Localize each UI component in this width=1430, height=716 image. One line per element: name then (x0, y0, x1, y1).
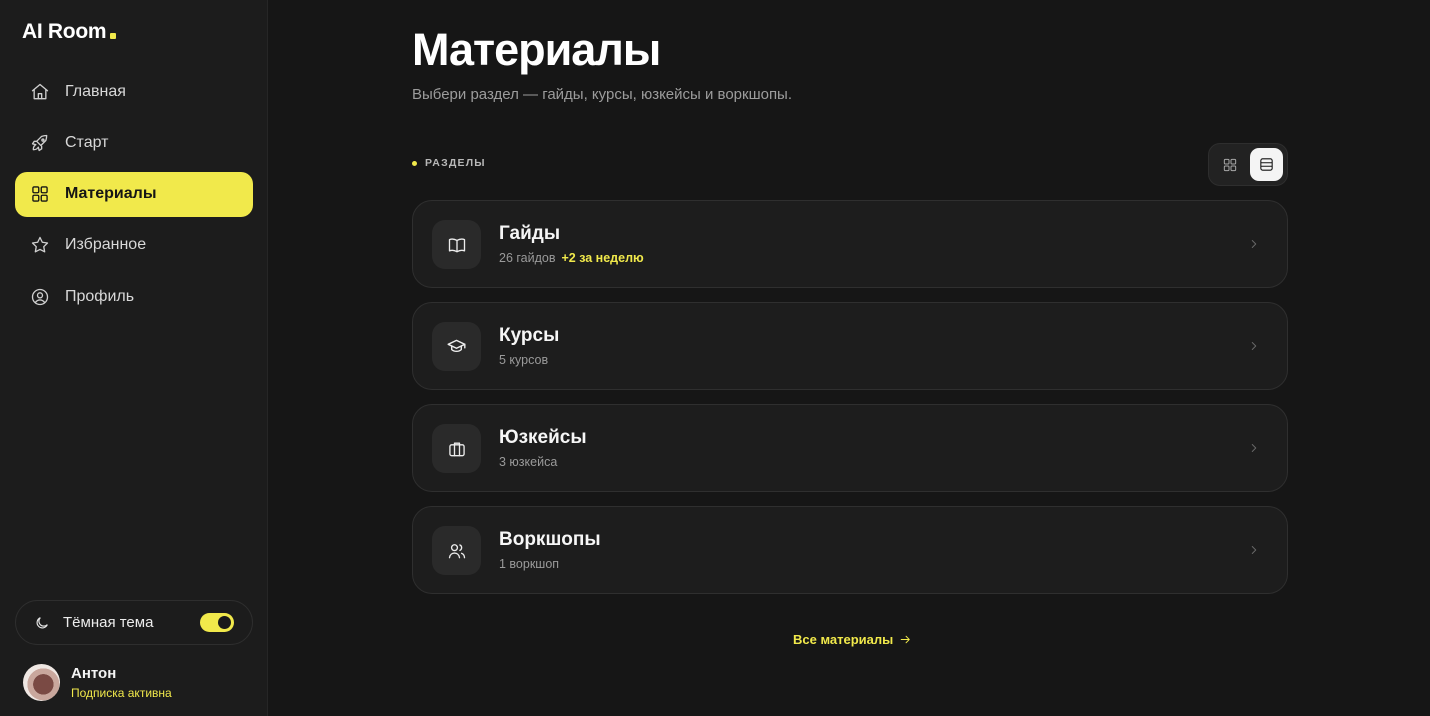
user-card[interactable]: Антон Подписка активна (23, 664, 172, 701)
section-card-guides[interactable]: Гайды 26 гайдов +2 за неделю (412, 200, 1288, 288)
toggle-knob (218, 616, 231, 629)
theme-toggle-label: Тёмная тема (63, 614, 154, 631)
section-label: РАЗДЕЛЫ (412, 157, 486, 169)
page-subtitle: Выбери раздел — гайды, курсы, юзкейсы и … (412, 86, 793, 103)
star-icon (29, 234, 51, 256)
subscription-status: Подписка активна (71, 686, 172, 700)
sidebar-item-profile[interactable]: Профиль (15, 274, 253, 319)
card-title: Юзкейсы (499, 427, 587, 448)
app-logo-text: AI Room (22, 20, 107, 43)
chevron-right-icon (1247, 441, 1261, 460)
card-count: 1 воркшоп (499, 557, 560, 571)
user-circle-icon (29, 286, 51, 308)
logo-dot (110, 33, 117, 39)
section-label-text: РАЗДЕЛЫ (425, 157, 486, 169)
all-materials-link[interactable]: Все материалы (793, 632, 912, 647)
chevron-right-icon (1247, 339, 1261, 358)
sidebar: AI Room Главная Старт Материалы Избранно… (0, 0, 268, 716)
card-meta: 1 воркшоп (499, 557, 559, 571)
card-title: Воркшопы (499, 529, 601, 550)
graduation-cap-icon (432, 322, 481, 371)
app-logo[interactable]: AI Room (22, 20, 117, 44)
book-open-icon (432, 220, 481, 269)
card-badge: +2 за неделю (561, 251, 644, 265)
users-icon (432, 526, 481, 575)
sidebar-item-label: Материалы (65, 185, 157, 203)
card-count: 3 юзкейса (499, 455, 558, 469)
list-view-icon (1260, 158, 1273, 171)
section-dot (412, 160, 417, 166)
sidebar-item-favorites[interactable]: Избранное (15, 223, 253, 268)
grid-view-button[interactable] (1213, 148, 1246, 181)
theme-toggle-row[interactable]: Тёмная тема (15, 600, 253, 645)
card-count: 26 гайдов (499, 251, 556, 265)
list-view-button[interactable] (1250, 148, 1283, 181)
card-title: Курсы (499, 325, 560, 346)
arrow-right-icon (893, 633, 912, 646)
sidebar-item-materials[interactable]: Материалы (15, 171, 253, 217)
section-card-courses[interactable]: Курсы 5 курсов (412, 302, 1288, 390)
sidebar-item-label: Избранное (65, 236, 147, 254)
dark-theme-toggle[interactable] (200, 613, 234, 632)
view-switch (1208, 143, 1288, 186)
rocket-icon (29, 132, 51, 154)
moon-icon (34, 615, 63, 631)
card-meta: 5 курсов (499, 353, 548, 367)
avatar (23, 664, 60, 701)
sections-list: Гайды 26 гайдов +2 за неделю Курсы 5 курс… (412, 200, 1288, 608)
section-card-usecases[interactable]: Юзкейсы 3 юзкейса (412, 404, 1288, 492)
sidebar-item-home[interactable]: Главная (15, 69, 253, 114)
user-name: Антон (71, 665, 117, 682)
all-materials-label: Все материалы (793, 632, 894, 647)
grid-view-icon (1223, 158, 1236, 171)
chevron-right-icon (1247, 237, 1261, 256)
page-title: Материалы (412, 24, 661, 75)
sidebar-item-label: Старт (65, 133, 109, 151)
sidebar-item-label: Главная (65, 82, 126, 100)
home-icon (29, 81, 51, 103)
sidebar-item-start[interactable]: Старт (15, 120, 253, 165)
briefcase-icon (432, 424, 481, 473)
chevron-right-icon (1247, 543, 1261, 562)
card-count: 5 курсов (499, 353, 549, 367)
grid-icon (29, 183, 51, 205)
card-meta: 3 юзкейса (499, 455, 557, 469)
sidebar-item-label: Профиль (65, 287, 135, 305)
section-card-workshops[interactable]: Воркшопы 1 воркшоп (412, 506, 1288, 594)
card-meta: 26 гайдов +2 за неделю (499, 251, 644, 265)
card-title: Гайды (499, 223, 561, 244)
sidebar-nav: Главная Старт Материалы Избранное Профил… (15, 69, 253, 325)
